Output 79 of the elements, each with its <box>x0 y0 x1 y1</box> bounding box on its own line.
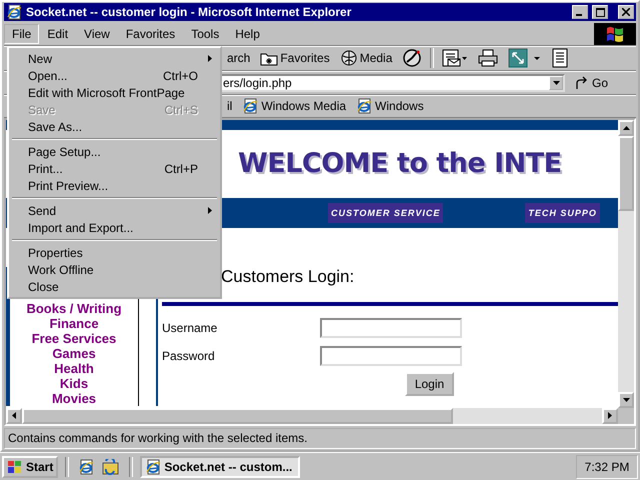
up-arrow-icon <box>622 126 630 130</box>
page-icon <box>242 98 258 114</box>
folder-arrows-icon <box>102 458 120 474</box>
toolbar-button[interactable]: arch <box>225 50 252 66</box>
menu-option[interactable]: Open... Ctrl+O <box>11 67 218 84</box>
menu-option[interactable]: Properties <box>11 244 218 261</box>
menu-item[interactable]: View <box>76 24 118 44</box>
menu-item[interactable]: Favorites <box>118 24 184 44</box>
login-button[interactable]: Login <box>405 372 454 396</box>
maximize-button[interactable] <box>592 5 608 19</box>
sidebar-link[interactable]: Free Services <box>32 330 116 346</box>
page-icon <box>145 458 162 474</box>
right-arrow-icon <box>608 412 612 420</box>
menu-option[interactable]: Import and Export... <box>11 219 218 236</box>
close-icon <box>622 8 630 16</box>
vertical-scrollbar[interactable] <box>618 120 634 408</box>
link-button[interactable]: il <box>227 99 232 114</box>
sidebar-link[interactable]: Games <box>52 346 96 361</box>
sidebar-link[interactable]: Books / Writing <box>26 300 122 316</box>
close-button[interactable] <box>618 5 634 19</box>
sidebar-link[interactable]: Health <box>54 360 94 376</box>
go-arrow-icon <box>575 76 589 90</box>
down-arrow-icon <box>622 398 630 402</box>
shortcut-text: Ctrl+P <box>164 162 198 176</box>
link-button[interactable]: Windows Media <box>242 98 346 114</box>
field-label: Password <box>162 348 216 363</box>
start-button[interactable]: Start <box>2 456 58 478</box>
input-field[interactable] <box>320 346 462 366</box>
menu-item[interactable]: File <box>4 24 40 44</box>
menu-item[interactable]: Help <box>227 24 268 44</box>
printer-icon <box>478 49 498 68</box>
minimize-button[interactable] <box>572 5 588 19</box>
maximize-icon <box>596 8 604 16</box>
mail-icon <box>442 48 468 68</box>
menu-option[interactable]: Work Offline <box>11 261 218 278</box>
login-heading: Customers Login: <box>221 266 356 288</box>
shortcut-text: Ctrl+S <box>164 102 198 116</box>
page-icon <box>356 98 372 114</box>
go-button[interactable]: Go <box>575 76 608 90</box>
status-text: Contains commands for working with the selected items. <box>8 431 308 446</box>
menu-item[interactable]: Tools <box>183 24 228 44</box>
menu-item[interactable]: Edit <box>39 24 76 44</box>
address-field[interactable]: ers/login.php <box>219 74 565 92</box>
toolbar-button[interactable] <box>550 47 570 70</box>
globe-icon <box>340 49 358 68</box>
ie-icon <box>78 458 94 474</box>
nav-link[interactable]: CUSTOMER SERVICE <box>328 202 444 223</box>
windows-logo <box>594 23 636 45</box>
menu-option[interactable]: Print... Ctrl+P <box>11 160 218 177</box>
toolbar-button[interactable] <box>476 48 500 68</box>
taskbar-button[interactable]: Socket.net -- custom... <box>140 456 300 478</box>
app-icon <box>6 4 22 20</box>
left-arrow-icon <box>12 412 16 420</box>
dropdown-button[interactable] <box>549 76 563 90</box>
input-field[interactable] <box>320 318 462 338</box>
nav-link[interactable]: TECH SUPPO <box>525 202 600 223</box>
menu-option[interactable]: Close <box>11 278 218 295</box>
menu-option[interactable]: Save As... <box>11 118 218 135</box>
toolbar-button[interactable]: Media <box>338 48 394 68</box>
shortcut-text: Ctrl+O <box>162 68 198 82</box>
sidebar-link[interactable]: Finance <box>49 316 99 331</box>
sidebar-link[interactable]: Movies <box>52 390 96 406</box>
field-label: Username <box>162 320 218 335</box>
menu-option[interactable]: Edit with Microsoft FrontPage <box>11 84 218 101</box>
menu-option[interactable]: Page Setup... <box>11 143 218 160</box>
horizontal-scrollbar[interactable] <box>6 408 618 424</box>
sidebar-link[interactable]: Kids <box>60 376 88 391</box>
submenu-arrow-icon <box>208 207 212 214</box>
toolbar-button[interactable]: Favorites <box>258 49 332 68</box>
menu-option[interactable]: New <box>11 50 218 67</box>
submenu-arrow-icon <box>208 55 212 62</box>
banner-title: WELCOME to the INTE <box>238 148 562 180</box>
windows-flag-icon <box>7 460 23 474</box>
menu-option[interactable]: Print Preview... <box>11 177 218 194</box>
caret-icon <box>552 80 560 85</box>
clock: 7:32 PM <box>576 454 638 478</box>
window-title: Socket.net -- customer login - Microsoft Internet Explorer <box>26 5 352 19</box>
link-button[interactable]: Windows <box>356 98 424 114</box>
menu-option[interactable]: Send <box>11 202 218 219</box>
